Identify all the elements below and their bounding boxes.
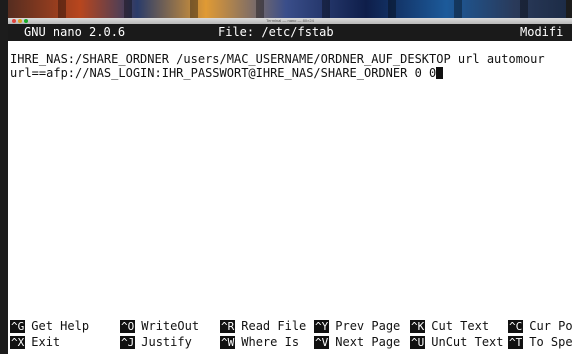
text-cursor	[436, 67, 444, 79]
shortcut-label: Cut Text	[431, 319, 490, 333]
shortcut-key: ^Y	[314, 320, 330, 333]
editor-line[interactable]: url==afp://NAS_LOGIN:IHR_PASSWORT@IHRE_N…	[10, 66, 444, 80]
shortcut-exit[interactable]: ^X Exit	[10, 335, 60, 350]
editor-line-text: url==afp://NAS_LOGIN:IHR_PASSWORT@IHRE_N…	[10, 66, 437, 80]
shortcut-label: Exit	[31, 335, 61, 349]
shortcut-cur-pos[interactable]: ^C Cur Po	[508, 319, 572, 334]
shortcut-label: Get Help	[31, 319, 90, 333]
shortcut-where-is[interactable]: ^W Where Is	[220, 335, 299, 350]
nano-header-bar: GNU nano 2.0.6 File: /etc/fstab Modifi	[8, 24, 572, 41]
shortcut-key: ^V	[314, 336, 330, 349]
shortcut-key: ^T	[508, 336, 524, 349]
shortcut-get-help[interactable]: ^G Get Help	[10, 319, 89, 334]
editor-line[interactable]: IHRE_NAS:/SHARE_ORDNER /users/MAC_USERNA…	[10, 52, 545, 66]
terminal-window: Terminal — nano — 80×24 GNU nano 2.0.6 F…	[8, 18, 572, 354]
shortcut-uncut-text[interactable]: ^U UnCut Text	[410, 335, 504, 350]
shortcut-writeout[interactable]: ^O WriteOut	[120, 319, 199, 334]
nano-version: GNU nano 2.0.6	[24, 25, 126, 39]
shortcut-label: Read File	[241, 319, 307, 333]
shortcut-label: Prev Page	[335, 319, 401, 333]
shortcut-key: ^O	[120, 320, 136, 333]
shortcut-label: WriteOut	[141, 319, 200, 333]
editor-line-text: IHRE_NAS:/SHARE_ORDNER /users/MAC_USERNA…	[10, 52, 545, 66]
shortcut-label: UnCut Text	[431, 335, 504, 349]
shortcut-key: ^C	[508, 320, 524, 333]
shortcut-label: Cur Po	[529, 319, 572, 333]
shortcut-key: ^G	[10, 320, 26, 333]
shortcut-key: ^U	[410, 336, 426, 349]
file-name: File: /etc/fstab	[218, 25, 334, 39]
modified-status: Modifi	[520, 25, 564, 39]
shortcut-to-spell[interactable]: ^T To Spe	[508, 335, 572, 350]
shortcut-bar: ^G Get Help ^O WriteOut ^R Read File ^Y Prev…	[8, 319, 572, 351]
shortcut-key: ^R	[220, 320, 236, 333]
shortcut-next-page[interactable]: ^V Next Page	[314, 335, 400, 350]
shortcut-key: ^W	[220, 336, 236, 349]
shortcut-label: To Spe	[529, 335, 572, 349]
shortcut-label: Justify	[141, 335, 192, 349]
shortcut-key: ^K	[410, 320, 426, 333]
shortcut-read-file[interactable]: ^R Read File	[220, 319, 306, 334]
shortcut-cut-text[interactable]: ^K Cut Text	[410, 319, 489, 334]
shortcut-prev-page[interactable]: ^Y Prev Page	[314, 319, 400, 334]
shortcut-key: ^X	[10, 336, 26, 349]
shortcut-key: ^J	[120, 336, 136, 349]
screen-bezel-left	[0, 0, 8, 354]
editor-area[interactable]: IHRE_NAS:/SHARE_ORDNER /users/MAC_USERNA…	[8, 52, 572, 302]
shortcut-label: Next Page	[335, 335, 401, 349]
shortcut-label: Where Is	[241, 335, 300, 349]
shortcut-justify[interactable]: ^J Justify	[120, 335, 192, 350]
